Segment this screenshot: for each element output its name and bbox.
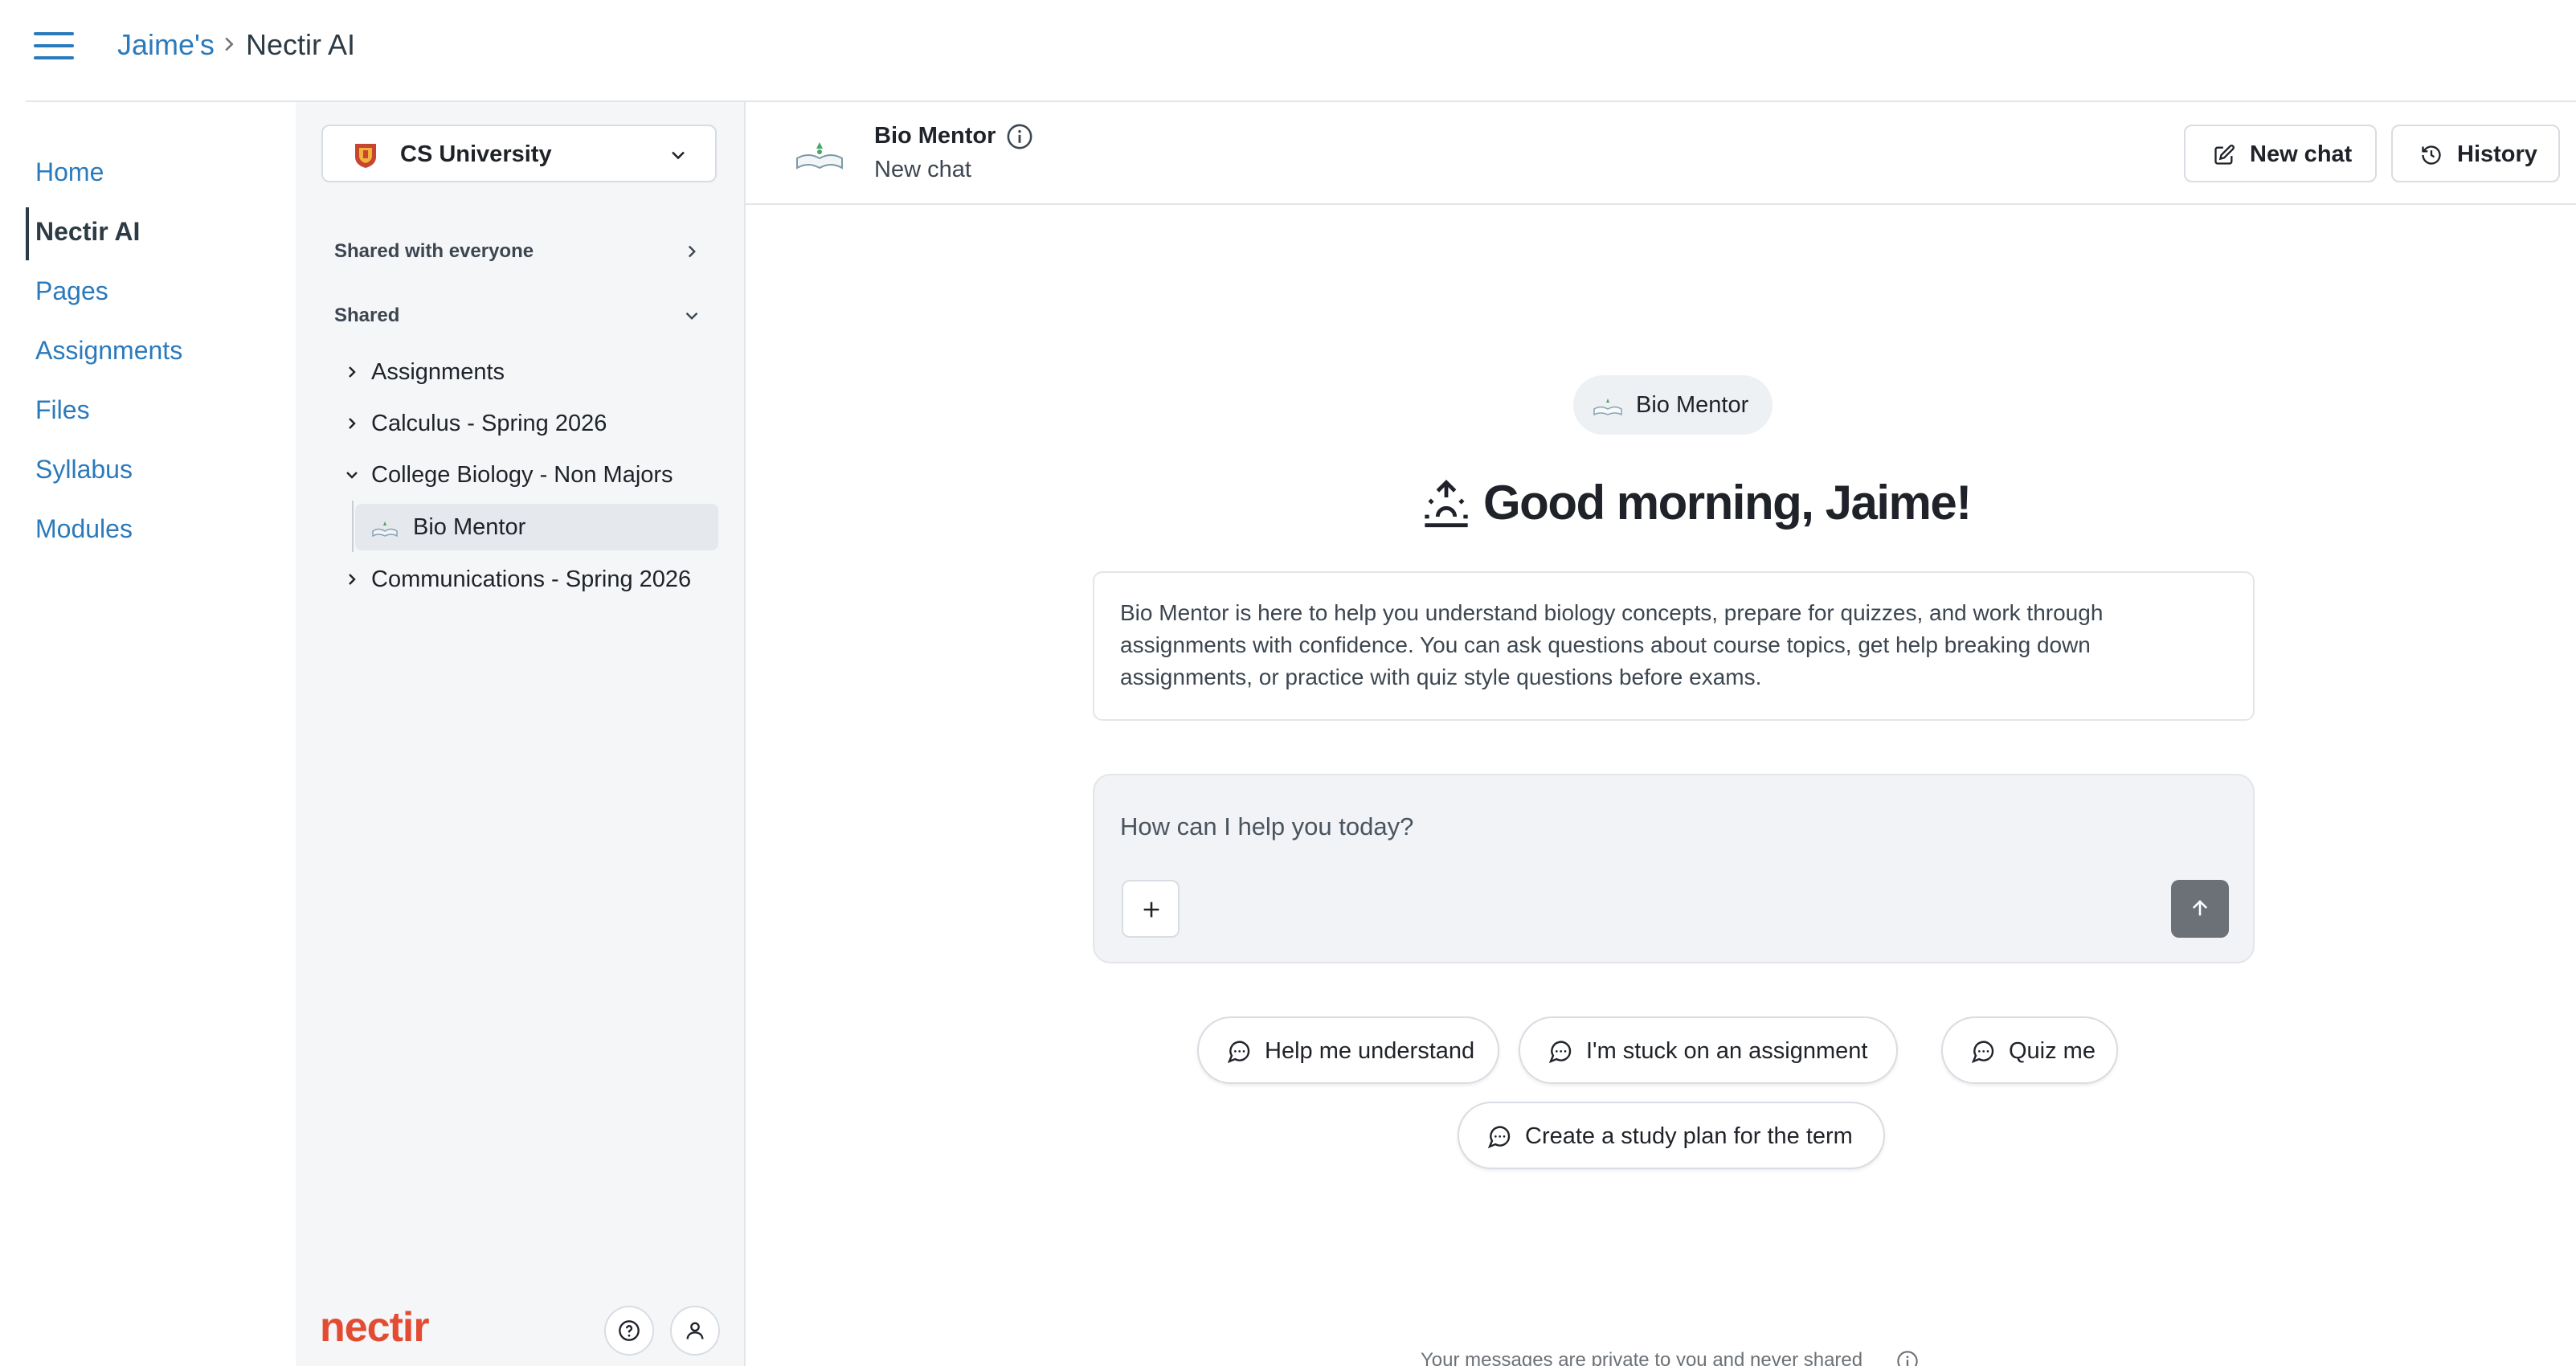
book-icon <box>796 142 843 170</box>
agent-label: Bio Mentor <box>413 514 526 540</box>
course-nav-modules[interactable]: Modules <box>26 501 283 561</box>
course-nav-files[interactable]: Files <box>26 382 283 442</box>
chevron-down-icon[interactable] <box>681 305 702 326</box>
new-chat-label: New chat <box>2250 141 2353 167</box>
chat-main: Bio Mentor New chat New chat History Bio… <box>746 102 2576 1366</box>
agent-pill-label: Bio Mentor <box>1636 392 1749 418</box>
greeting-heading: Good morning, Jaime! <box>1483 476 1972 530</box>
message-circle-icon <box>1227 1041 1250 1064</box>
message-input[interactable] <box>1120 808 2213 846</box>
chat-subtitle: New chat <box>874 157 971 182</box>
top-bar: Jaime's Nectir AI <box>0 0 2576 102</box>
help-circle-icon <box>619 1320 640 1341</box>
message-circle-icon <box>1548 1041 1572 1064</box>
nectir-sidebar: CS University Shared with everyone Share… <box>296 102 746 1366</box>
history-label: History <box>2457 141 2537 167</box>
message-circle-icon <box>1971 1041 1994 1064</box>
svg-text:nectir: nectir <box>320 1304 429 1351</box>
profile-button[interactable] <box>670 1306 720 1356</box>
suggestion-label: Help me understand <box>1265 1038 1475 1064</box>
folder-label: College Biology - Non Majors <box>371 462 673 488</box>
privacy-note: Your messages are private to you and nev… <box>1421 1349 1863 1366</box>
course-nav-nectir-ai[interactable]: Nectir AI <box>26 204 283 264</box>
suggestion-label: Quiz me <box>2009 1038 2096 1064</box>
message-circle-icon <box>1487 1126 1511 1149</box>
info-icon[interactable] <box>1006 123 1033 150</box>
tree-guide-line <box>352 501 354 552</box>
agent-description: Bio Mentor is here to help you understan… <box>1093 571 2255 721</box>
breadcrumb-parent-link[interactable]: Jaime's <box>117 27 215 63</box>
chevron-right-icon <box>349 366 356 378</box>
folder-label: Calculus - Spring 2026 <box>371 411 607 436</box>
nectir-logo: nectir <box>320 1304 430 1351</box>
agent-pill[interactable]: Bio Mentor <box>1573 375 1773 435</box>
folder-college-biology[interactable]: College Biology - Non Majors <box>334 452 712 497</box>
plus-icon <box>1143 902 1159 918</box>
info-icon[interactable] <box>1896 1350 1919 1366</box>
course-nav-home[interactable]: Home <box>26 145 283 204</box>
chevron-right-icon[interactable] <box>681 241 702 262</box>
sunrise-icon <box>1425 479 1468 528</box>
help-button[interactable] <box>604 1306 654 1356</box>
course-navigation: Home Nectir AI Pages Assignments Files S… <box>26 145 283 561</box>
suggestion-label: I'm stuck on an assignment <box>1586 1038 1868 1064</box>
chat-header: Bio Mentor New chat New chat History <box>746 102 2576 205</box>
folder-label: Communications - Spring 2026 <box>371 566 692 592</box>
send-button[interactable] <box>2171 880 2229 938</box>
arrow-up-icon <box>2192 900 2208 916</box>
edit-icon <box>2214 145 2235 165</box>
suggestion-chip[interactable]: Quiz me <box>1941 1016 2118 1084</box>
folder-assignments[interactable]: Assignments <box>334 350 712 395</box>
course-nav-assignments[interactable]: Assignments <box>26 323 283 382</box>
chevron-down-icon <box>672 151 685 160</box>
book-icon <box>1593 399 1622 416</box>
breadcrumb-current: Nectir AI <box>246 28 356 61</box>
chevron-right-icon <box>349 418 356 429</box>
suggestion-label: Create a study plan for the term <box>1525 1123 1853 1149</box>
hamburger-menu-icon[interactable] <box>34 31 74 61</box>
suggestion-chip[interactable]: Help me understand <box>1197 1016 1499 1084</box>
agent-name: Bio Mentor <box>874 123 996 149</box>
organization-name: CS University <box>400 141 552 167</box>
suggestion-chip[interactable]: Create a study plan for the term <box>1458 1102 1885 1169</box>
folder-calculus[interactable]: Calculus - Spring 2026 <box>334 401 712 446</box>
user-icon <box>686 1322 704 1339</box>
university-crest-icon <box>355 144 376 168</box>
folder-communications[interactable]: Communications - Spring 2026 <box>334 557 712 602</box>
chevron-down-icon <box>346 472 358 479</box>
agent-item-bio-mentor[interactable]: Bio Mentor <box>355 504 718 550</box>
organization-select[interactable]: CS University <box>321 125 717 182</box>
section-shared[interactable]: Shared <box>334 303 399 329</box>
message-composer <box>1093 774 2255 963</box>
breadcrumb-separator-icon <box>225 37 234 51</box>
section-shared-with-everyone[interactable]: Shared with everyone <box>334 239 534 264</box>
course-nav-pages[interactable]: Pages <box>26 264 283 323</box>
history-button[interactable]: History <box>2391 125 2560 182</box>
book-icon <box>372 521 398 538</box>
new-chat-button[interactable]: New chat <box>2184 125 2377 182</box>
course-nav-syllabus[interactable]: Syllabus <box>26 442 283 501</box>
suggestion-chip[interactable]: I'm stuck on an assignment <box>1519 1016 1898 1084</box>
history-icon <box>2422 145 2441 165</box>
attach-button[interactable] <box>1122 880 1180 938</box>
folder-label: Assignments <box>371 359 505 385</box>
chevron-right-icon <box>349 574 356 585</box>
